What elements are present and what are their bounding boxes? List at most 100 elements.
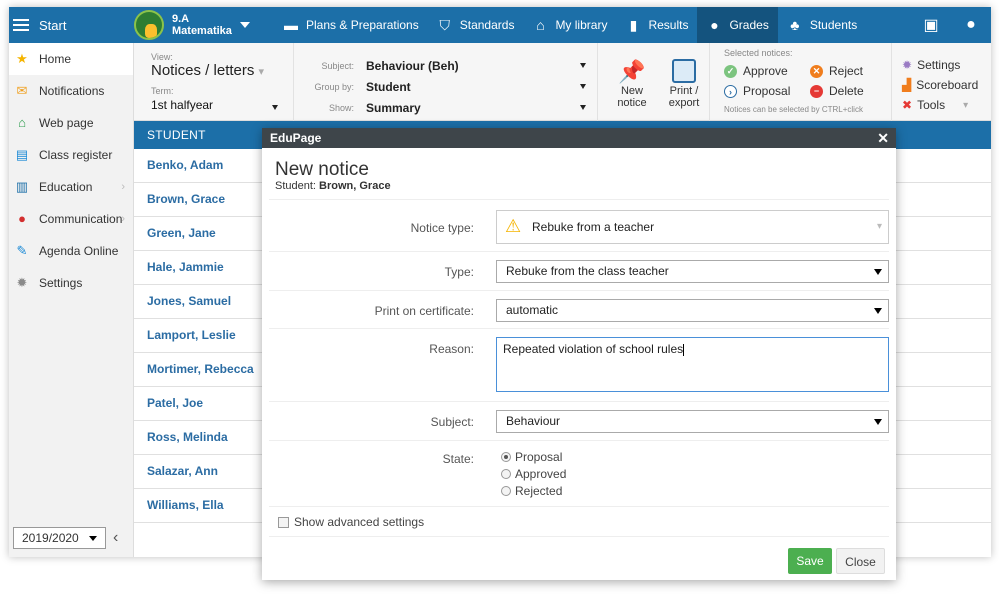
state-radio-rejected[interactable]: Rejected [501,484,562,498]
advanced-settings-label: Show advanced settings [294,515,425,529]
year-select[interactable]: 2019/2020 [13,527,106,549]
state-option-label: Approved [515,467,567,481]
view-value: Notices / letters [151,62,255,79]
sidebar-item-agenda[interactable]: ✎ Agenda Online [9,235,133,267]
subject-select[interactable]: Behaviour [496,410,889,433]
gears-icon: ✹ [902,58,913,72]
nav-grades-label: Grades [729,18,769,32]
sidebar-item-label: Class register [39,148,113,162]
nav-library[interactable]: ⌂ My library [523,7,616,43]
print-export-button[interactable]: Print / export [662,59,706,109]
show-dropdown-icon [580,105,586,110]
printer-icon [672,59,696,83]
student-prefix: Student: [275,180,316,192]
approve-button[interactable]: ✓ Approve [724,61,788,81]
notice-type-select[interactable]: ⚠ Rebuke from a teacher ▾ [496,210,889,244]
tools-button[interactable]: ✖ Tools ▾ [902,95,968,115]
library-icon: ⌂ [536,17,545,33]
dialog-header: EduPage ✕ [262,128,896,148]
tools-icon: ✖ [902,98,913,112]
select-arrow-icon [874,269,882,275]
register-icon: ▤ [15,147,29,162]
save-button[interactable]: Save [788,548,832,574]
settings-button[interactable]: ✹ Settings [902,55,960,75]
print-select[interactable]: automatic [496,299,889,322]
show-value[interactable]: Summary [366,101,421,115]
state-row: State: Proposal Approved Rejected [269,440,889,506]
reason-row: Reason: Repeated violation of school rul… [269,328,889,401]
nav-right: ▣ ● [911,7,991,43]
bar-chart-icon: ▮ [629,17,638,33]
term-select[interactable]: 1st halfyear [151,98,213,112]
delete-button[interactable]: − Delete [810,81,864,101]
envelope-icon: ✉ [16,83,28,98]
pin-icon: 📌 [618,59,646,84]
nav-plans[interactable]: ▬ Plans & Preparations [274,7,428,43]
filter-section: Subject: Behaviour (Beh) Group by: Stude… [294,43,598,121]
type-value: Rebuke from the class teacher [506,264,669,278]
new-notice-button[interactable]: 📌 New notice [616,59,648,109]
dialog-footer: Save Close [269,536,889,580]
view-select[interactable]: Notices / letters ▾ [151,62,264,79]
sidebar-item-notifications[interactable]: ✉ Notifications [9,75,133,107]
subject-filter-value[interactable]: Behaviour (Beh) [366,59,459,73]
scoreboard-button[interactable]: ▟ Scoreboard [902,75,978,95]
advanced-settings-checkbox[interactable]: Show advanced settings [278,515,424,529]
check-icon: ✓ [724,64,737,78]
sidebar-item-education[interactable]: ▥ Education › [9,171,133,203]
close-button[interactable]: Close [836,548,885,574]
students-icon: ♣ [790,17,800,33]
house-icon: ⌂ [18,115,26,130]
subject-dropdown-icon [580,63,586,68]
dialog-title: New notice [275,159,369,180]
state-option-label: Proposal [515,450,563,464]
nav-results[interactable]: ▮ Results [616,7,697,43]
nav-students[interactable]: ♣ Students [778,7,866,43]
subject-filter-label: Subject: [321,61,354,71]
state-radio-proposal[interactable]: Proposal [501,450,562,464]
sidebar: ★ Home ✉ Notifications ⌂ Web page ▤ Class re… [9,43,134,557]
reason-textarea[interactable]: Repeated violation of school rules [496,337,889,392]
dialog-student: Student: Brown, Grace [275,180,391,192]
print-row: Print on certificate: automatic [269,290,889,328]
class-subject: Matematika [172,25,232,37]
class-text: 9.A Matematika [172,13,232,37]
caret-down-icon: ▾ [963,99,969,111]
sidebar-item-web-page[interactable]: ⌂ Web page [9,107,133,139]
nav-grades[interactable]: ● Grades [697,7,778,43]
approve-label: Approve [743,64,788,78]
type-select[interactable]: Rebuke from the class teacher [496,260,889,283]
text-cursor [683,343,685,356]
x-icon: ✕ [810,64,823,78]
sidebar-item-settings[interactable]: ✹ Settings [9,267,133,299]
proposal-label: Proposal [743,84,791,98]
new-notice-label: New notice [617,85,647,109]
reject-button[interactable]: ✕ Reject [810,61,863,81]
start-button[interactable]: Start [9,7,134,43]
nav-standards[interactable]: ⛉ Standards [428,7,524,43]
tools-label: Tools [917,98,946,112]
collapse-sidebar-icon[interactable]: ‹ [113,529,118,547]
podium-icon: ▟ [902,78,912,92]
sidebar-item-class-register[interactable]: ▤ Class register [9,139,133,171]
tools-section: ✹ Settings ▟ Scoreboard ✖ Tools ▾ [892,43,991,121]
subject-row: Subject: Behaviour [269,401,889,440]
class-avatar-icon [134,10,164,40]
close-icon[interactable]: ✕ [877,128,889,148]
warning-icon: ⚠ [505,216,522,236]
notice-type-label: Notice type: [410,221,474,235]
groupby-value[interactable]: Student [366,80,411,94]
class-name: 9.A [172,13,190,25]
sidebar-item-communication[interactable]: ● Communication › [9,203,133,235]
term-label: Term: [151,86,174,96]
screen-share-icon[interactable]: ▣ [911,15,951,35]
state-radio-approved[interactable]: Approved [501,467,566,481]
sidebar-item-label: Notifications [39,84,105,98]
class-selector[interactable]: 9.A Matematika [134,7,274,43]
chat-bubble-icon[interactable]: ● [951,16,991,34]
sidebar-item-home[interactable]: ★ Home [9,43,133,75]
proposal-button[interactable]: › Proposal [724,81,790,101]
caret-down-icon [239,22,250,28]
selected-section: Selected notices: ✓ Approve ✕ Reject › Prop… [710,43,892,121]
start-label: Start [39,17,67,33]
